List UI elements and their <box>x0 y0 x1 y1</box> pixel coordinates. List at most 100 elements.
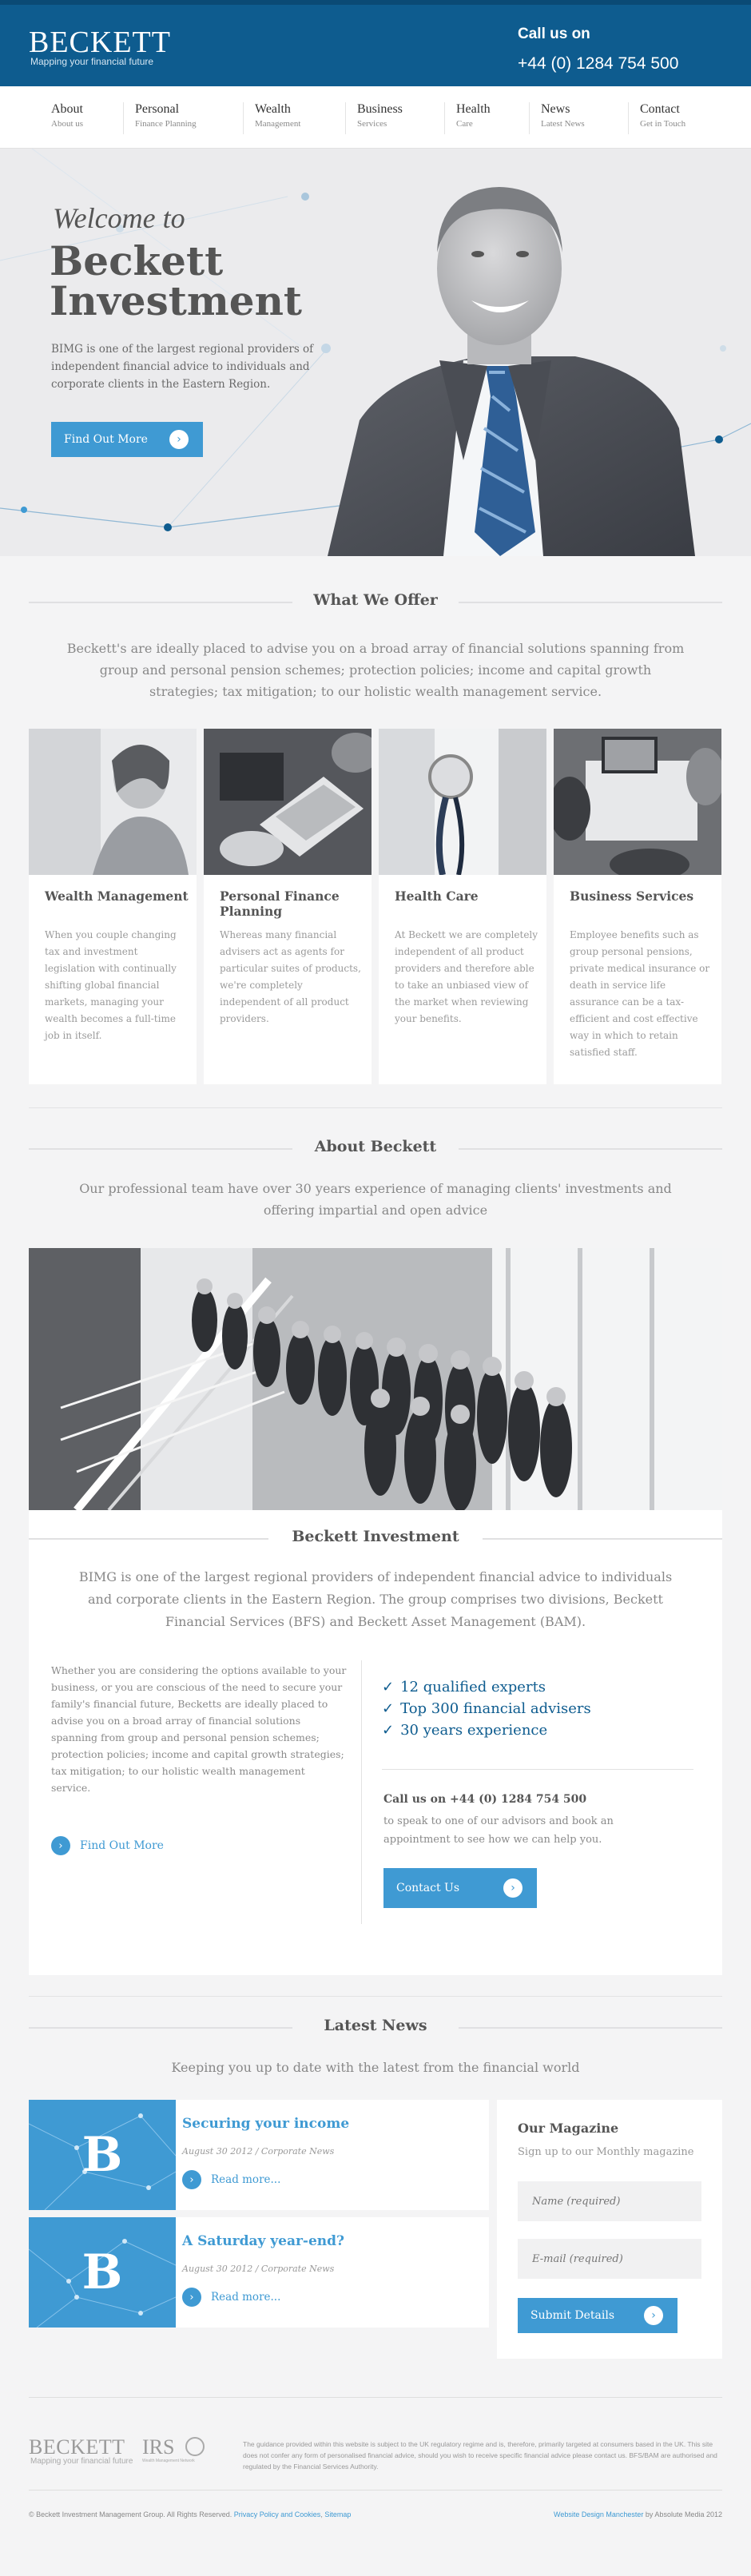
copyright-text: © Beckett Investment Management Group. A… <box>29 2510 232 2518</box>
offer-intro: Beckett's are ideally placed to advise y… <box>66 641 685 699</box>
logo[interactable]: BECKETT <box>29 27 171 58</box>
hero-welcome: Welcome to <box>53 202 185 234</box>
regulatory-disclaimer: The guidance provided within this websit… <box>243 2440 717 2471</box>
email-input[interactable] <box>518 2239 701 2279</box>
nav-subtitle: Services <box>357 119 387 129</box>
arrow-right-icon: › <box>644 2306 663 2325</box>
news-heading-text: Latest News <box>324 2017 427 2034</box>
nav-subtitle: Get in Touch <box>640 119 686 129</box>
nav-item-contact[interactable]: Contact Get in Touch <box>628 102 685 134</box>
nav-title: About <box>51 102 83 116</box>
news-title[interactable]: Securing your income <box>182 2116 349 2132</box>
button-label: Find Out More <box>64 433 148 446</box>
link-label: Read more... <box>211 2173 281 2186</box>
irs-logo-subtitle: Wealth Management Network <box>142 2459 195 2463</box>
design-credit: Website Design Manchester by Absolute Me… <box>554 2510 722 2518</box>
beckett-investment-heading-text: Beckett Investment <box>292 1528 459 1545</box>
submit-details-button[interactable]: Submit Details › <box>518 2298 677 2333</box>
about-find-out-more-link[interactable]: › Find Out More <box>51 1836 164 1855</box>
news-meta: August 30 2012 / Corporate News <box>182 2264 335 2274</box>
team-photo-image <box>29 1248 722 1510</box>
copyright: © Beckett Investment Management Group. A… <box>29 2510 352 2518</box>
vertical-divider <box>361 1660 362 1924</box>
offer-card-wealth[interactable]: Wealth Management When you couple changi… <box>29 729 197 1084</box>
accreditation-seal-icon <box>185 2437 205 2456</box>
news-item[interactable]: B Securing your income August 30 2012 / … <box>29 2100 489 2210</box>
button-label: Submit Details <box>530 2309 615 2322</box>
card-title: Health Care <box>395 888 479 904</box>
card-text: When you couple changing tax and investm… <box>45 929 177 1041</box>
arrow-right-icon: › <box>169 430 189 449</box>
highlight-text: 30 years experience <box>400 1722 548 1739</box>
arrow-right-icon: › <box>503 1878 523 1898</box>
horizontal-divider <box>382 1769 693 1770</box>
nav-title: Contact <box>640 102 680 116</box>
privacy-policy-link[interactable]: Privacy Policy and Cookies <box>234 2510 321 2518</box>
site-header: BECKETT Mapping your financial future Ca… <box>0 0 751 86</box>
arrow-right-icon: › <box>182 2288 201 2307</box>
businessman-portrait-image <box>328 187 695 556</box>
name-input[interactable] <box>518 2181 701 2221</box>
highlight-item: ✓ 30 years experience <box>382 1719 591 1741</box>
nav-item-wealth[interactable]: Wealth Management <box>243 102 300 134</box>
nav-subtitle: About us <box>51 119 84 129</box>
stethoscope-image <box>379 729 546 875</box>
news-thumbnail: B <box>29 2100 176 2210</box>
offer-card-business[interactable]: Business Services Employee benefits such… <box>554 729 721 1084</box>
logo-tagline: Mapping your financial future <box>30 56 154 67</box>
highlight-item: ✓ Top 300 financial advisers <box>382 1698 591 1719</box>
nav-subtitle: Finance Planning <box>135 119 197 129</box>
nav-subtitle: Latest News <box>541 119 585 129</box>
news-letter-mark: B <box>81 2127 123 2183</box>
call-us-title: Call us on +44 (0) 1284 754 500 <box>383 1793 587 1806</box>
news-title[interactable]: A Saturday year-end? <box>182 2233 344 2249</box>
footer-logo[interactable]: BECKETT <box>29 2435 125 2459</box>
header-phone[interactable]: +44 (0) 1284 754 500 <box>518 54 678 74</box>
about-heading-text: About Beckett <box>314 1138 437 1155</box>
card-text: At Beckett we are completely independent… <box>395 929 538 1024</box>
about-intro: Our professional team have over 30 years… <box>79 1181 672 1218</box>
arrow-right-icon: › <box>182 2170 201 2189</box>
nav-title: Health <box>456 102 491 116</box>
about-heading: About Beckett <box>29 1138 722 1155</box>
nav-item-personal[interactable]: Personal Finance Planning <box>123 102 197 134</box>
nav-subtitle: Care <box>456 119 473 129</box>
news-item[interactable]: B A Saturday year-end? August 30 2012 / … <box>29 2217 489 2328</box>
offer-card-personal-finance[interactable]: Personal Finance Planning Whereas many f… <box>204 729 372 1084</box>
arrow-right-icon: › <box>51 1836 70 1855</box>
button-label: Contact Us <box>396 1882 460 1894</box>
sitemap-link[interactable]: Sitemap <box>324 2510 351 2518</box>
hero-find-out-more-button[interactable]: Find Out More › <box>51 422 203 457</box>
magazine-subtitle: Sign up to our Monthly magazine <box>518 2146 694 2158</box>
news-letter-mark: B <box>81 2244 123 2300</box>
offer-card-health-care[interactable]: Health Care At Beckett we are completely… <box>379 729 546 1084</box>
beckett-investment-intro: BIMG is one of the largest regional prov… <box>78 1569 673 1629</box>
nav-item-business[interactable]: Business Services <box>345 102 403 134</box>
highlight-text: Top 300 financial advisers <box>400 1700 591 1717</box>
news-heading: Latest News <box>29 2017 722 2034</box>
footer-tagline: Mapping your financial future <box>30 2457 133 2466</box>
call-us-text: to speak to one of our advisors and book… <box>383 1815 614 1846</box>
design-credit-text: by Absolute Media 2012 <box>645 2510 722 2518</box>
card-title: Business Services <box>570 888 694 904</box>
link-label: Read more... <box>211 2291 281 2304</box>
nav-title: Personal <box>135 102 180 116</box>
design-credit-link[interactable]: Website Design Manchester <box>554 2510 643 2518</box>
news-thumbnail: B <box>29 2217 176 2328</box>
nav-item-news[interactable]: News Latest News <box>529 102 585 134</box>
card-title: Personal Finance Planning <box>220 888 340 919</box>
contact-us-button[interactable]: Contact Us › <box>383 1868 537 1908</box>
nav-item-about[interactable]: About About us <box>40 102 83 134</box>
read-more-link[interactable]: › Read more... <box>182 2170 280 2189</box>
nav-title: Wealth <box>255 102 291 116</box>
link-label: Find Out More <box>80 1839 164 1852</box>
laptop-meeting-image <box>204 729 372 875</box>
nav-item-health[interactable]: Health Care <box>444 102 491 134</box>
hero-text: BIMG is one of the largest regional prov… <box>51 343 314 391</box>
offer-heading: What We Offer <box>29 591 722 609</box>
woman-smiling-image <box>29 729 197 875</box>
footer-divider <box>29 2397 722 2398</box>
read-more-link[interactable]: › Read more... <box>182 2288 280 2307</box>
news-intro: Keeping you up to date with the latest f… <box>171 2060 580 2075</box>
checkmark-icon: ✓ <box>382 1700 395 1717</box>
